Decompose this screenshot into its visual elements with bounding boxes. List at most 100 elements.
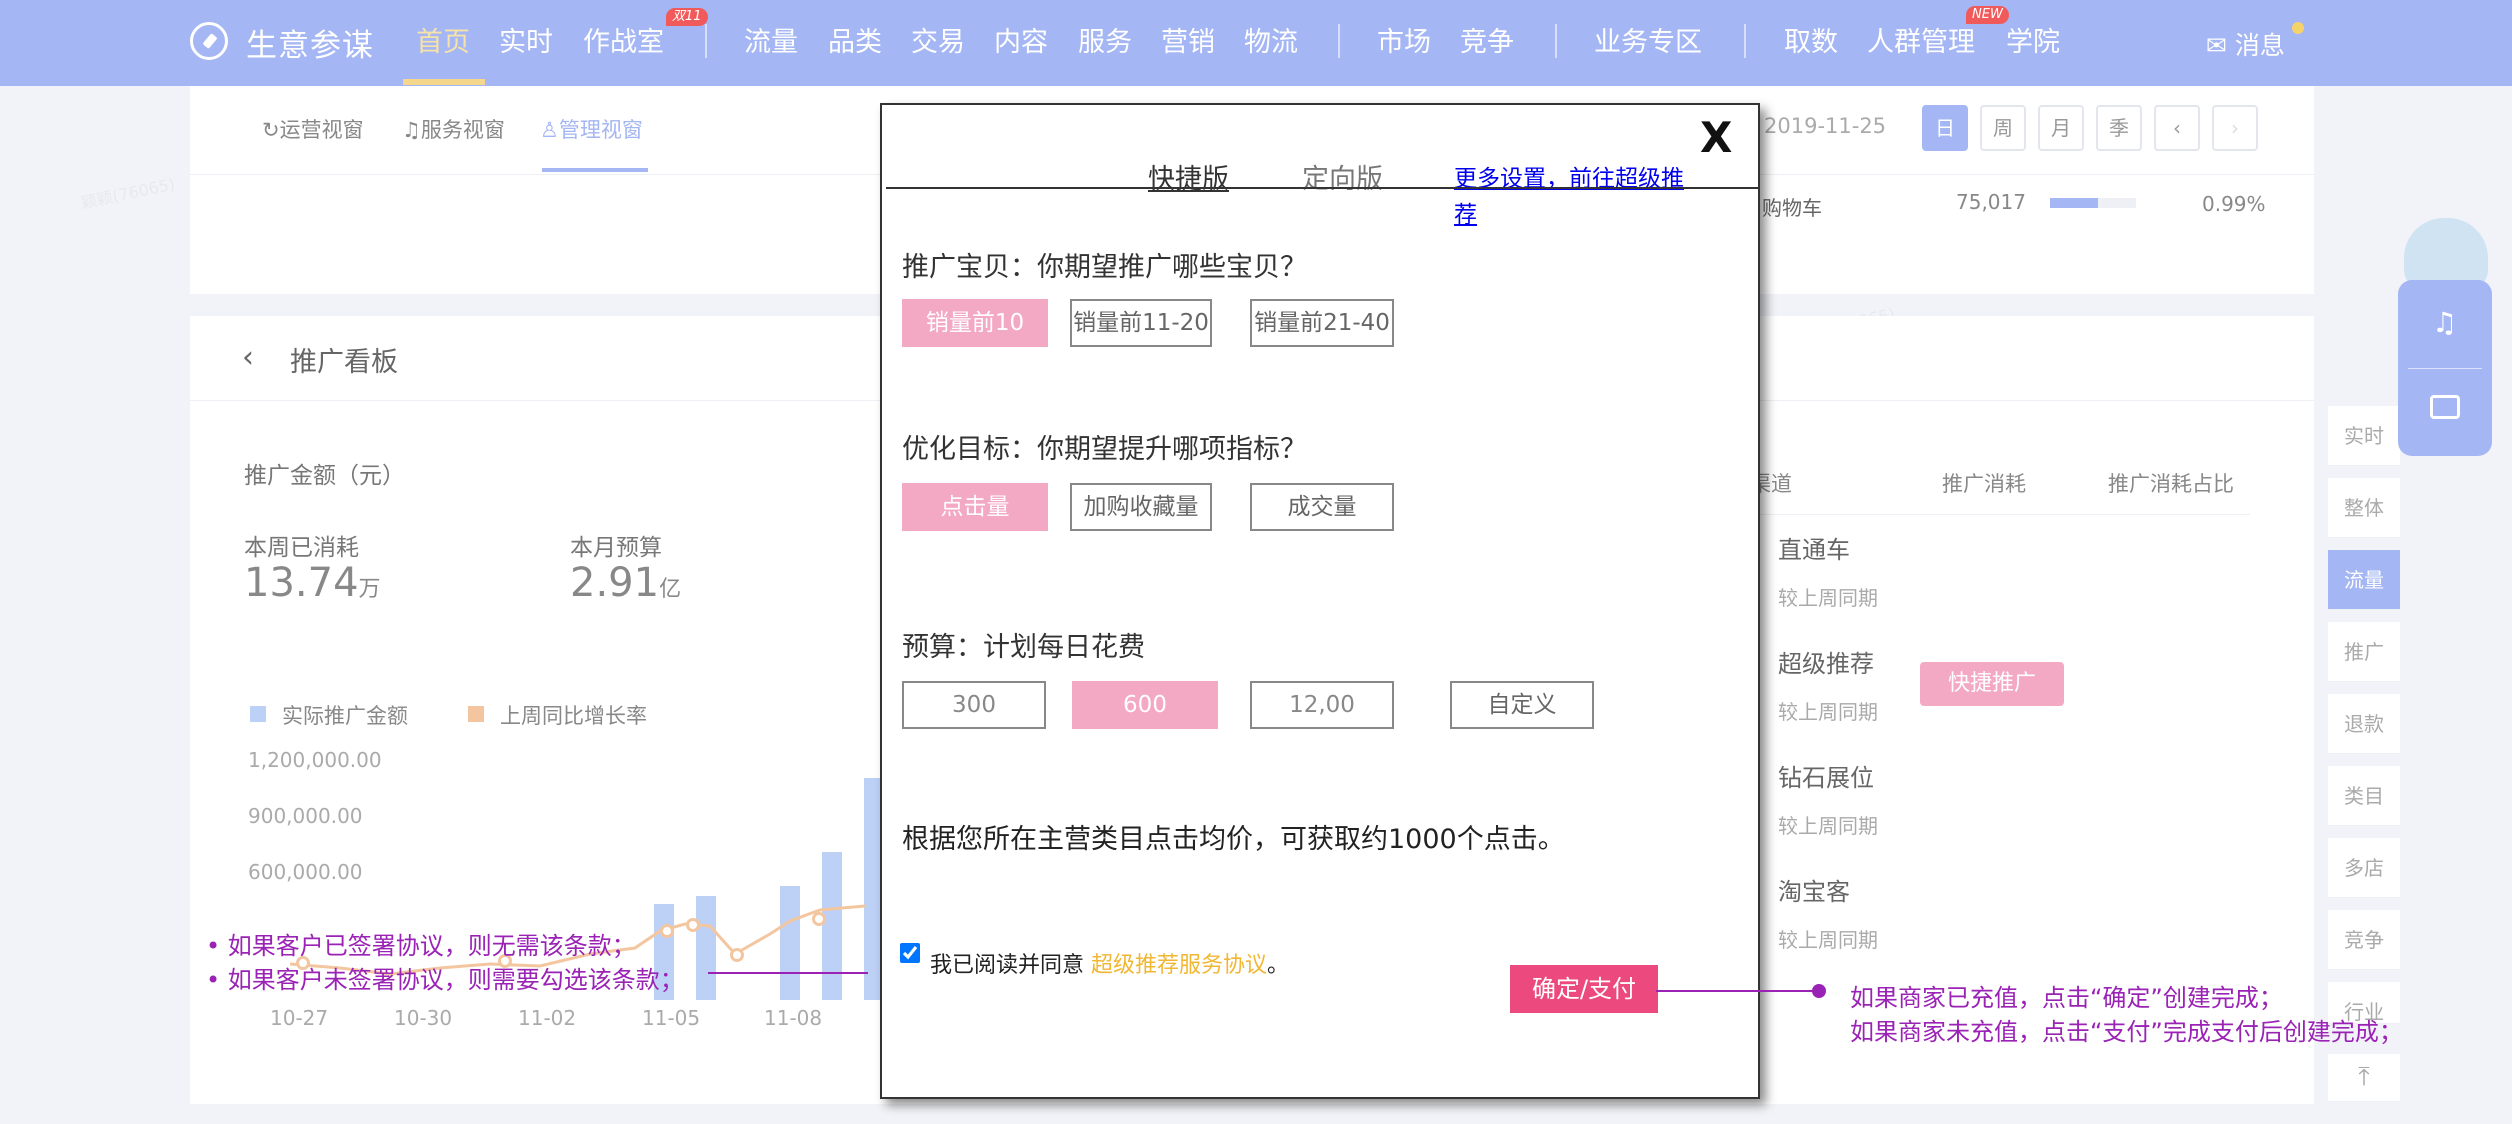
nav-item-content[interactable]: 内容 (994, 20, 1048, 59)
floating-help-widget: ♫ (2398, 280, 2492, 456)
person-icon: ♙ (540, 118, 559, 142)
active-view-underline (542, 168, 648, 172)
back-to-top-button[interactable]: ⤒ (2328, 1054, 2400, 1102)
nav-divider (705, 24, 707, 58)
view-tab-management[interactable]: ♙管理视窗 (540, 114, 643, 144)
growth-point (730, 948, 744, 962)
week-spent-unit: 万 (358, 577, 381, 602)
agreement-link[interactable]: 超级推荐服务协议 (1091, 953, 1267, 978)
month-budget-value: 2.91 (570, 560, 660, 606)
peek-row-percent: 0.99% (2202, 192, 2266, 216)
growth-point (812, 912, 826, 926)
goal-option-clicks[interactable]: 点击量 (902, 483, 1048, 531)
budget-option-600[interactable]: 600 (1072, 681, 1218, 729)
nav-item-audience[interactable]: 人群管理 (1867, 20, 1975, 59)
divider (1750, 514, 2250, 515)
nav-item-category[interactable]: 品类 (828, 20, 882, 59)
channel-compare: 较上周同期 (1778, 700, 1878, 724)
item-option-top10[interactable]: 销量前10 (902, 299, 1048, 347)
agreement-checkbox[interactable] (900, 943, 920, 963)
annotation-connector-dot (1812, 984, 1826, 998)
quick-promote-button[interactable]: 快捷推广 (1920, 662, 2064, 706)
rail-item-competition[interactable]: 竞争 (2328, 910, 2400, 970)
back-chevron-icon[interactable]: ‹ (242, 340, 254, 375)
nav-item-service[interactable]: 服务 (1078, 20, 1132, 59)
rail-item-refund[interactable]: 退款 (2328, 694, 2400, 754)
nav-item-logistics[interactable]: 物流 (1244, 20, 1298, 59)
peek-row-value: 75,017 (1956, 190, 2026, 214)
new-badge: NEW (1966, 6, 2009, 24)
annotation-left-2-text: 如果客户未签署协议，则需要勾选该条款； (227, 966, 684, 994)
channel-name: 钻石展位 (1778, 764, 1874, 792)
period-week-button[interactable]: 周 (1980, 105, 2026, 151)
nav-item-business-zone[interactable]: 业务专区 (1594, 20, 1702, 59)
agreement-prefix: 我已阅读并同意 (930, 953, 1085, 978)
nav-item-marketing[interactable]: 营销 (1161, 20, 1215, 59)
budget-option-custom[interactable]: 自定义 (1450, 681, 1594, 729)
view-tab-service[interactable]: ♫服务视窗 (402, 114, 505, 144)
close-icon[interactable]: X (1700, 113, 1732, 162)
tab-targeted-version[interactable]: 定向版 (1302, 157, 1383, 196)
col-header-spend: 推广消耗 (1942, 472, 2026, 496)
nav-item-academy[interactable]: 学院 (2006, 20, 2060, 59)
notification-dot (2292, 22, 2304, 34)
nav-item-transactions[interactable]: 交易 (911, 20, 965, 59)
channel-name: 淘宝客 (1778, 878, 1850, 906)
rail-item-traffic[interactable]: 流量 (2328, 550, 2400, 610)
confirm-pay-button[interactable]: 确定/支付 (1510, 965, 1658, 1013)
growth-point (686, 918, 700, 932)
headset-icon: ♫ (402, 118, 421, 142)
rail-item-multistore[interactable]: 多店 (2328, 838, 2400, 898)
annotation-left-1: • 如果客户已签署协议，则无需该条款； (206, 932, 636, 960)
previous-date-button[interactable]: ‹ (2154, 105, 2200, 151)
y-tick: 1,200,000.00 (248, 748, 382, 772)
bell-icon[interactable]: ♫ (2432, 306, 2457, 339)
goal-option-cart-favorites[interactable]: 加购收藏量 (1070, 483, 1212, 531)
rail-item-category[interactable]: 类目 (2328, 766, 2400, 826)
promo-board-title: 推广看板 (290, 347, 398, 378)
channel-name: 直通车 (1778, 536, 1850, 564)
top-navigation-bar: 生意参谋 首页 实时 作战室 双11 流量 品类 交易 内容 服务 营销 物流 … (0, 0, 2512, 86)
nav-item-realtime[interactable]: 实时 (499, 20, 553, 59)
nav-item-home[interactable]: 首页 (416, 20, 470, 59)
period-month-button[interactable]: 月 (2038, 105, 2084, 151)
divider (2408, 368, 2482, 369)
nav-item-competition[interactable]: 竞争 (1460, 20, 1514, 59)
agreement-suffix: 。 (1267, 953, 1290, 978)
nav-item-war-room[interactable]: 作战室 (583, 20, 664, 59)
nav-item-market[interactable]: 市场 (1377, 20, 1431, 59)
x-tick: 11-05 (642, 1006, 701, 1030)
annotation-left-connector (708, 972, 868, 974)
item-option-11-20[interactable]: 销量前11-20 (1070, 299, 1212, 347)
rail-item-overall[interactable]: 整体 (2328, 478, 2400, 538)
period-day-button[interactable]: 日 (1922, 105, 1968, 151)
month-budget-label: 本月预算 (570, 535, 662, 561)
rail-item-realtime[interactable]: 实时 (2328, 406, 2400, 466)
week-spent-amount: 13.74万 (244, 560, 381, 606)
view-tab-operations[interactable]: ↻运营视窗 (262, 114, 364, 144)
nav-divider (1555, 24, 1557, 58)
channel-compare: 较上周同期 (1778, 928, 1878, 952)
peek-row-bar-track (2050, 198, 2136, 208)
date-display[interactable]: 2019-11-25 (1764, 114, 1886, 138)
arrow-up-icon: ⤒ (2358, 1062, 2370, 1092)
x-tick: 11-08 (764, 1006, 823, 1030)
chat-icon[interactable] (2430, 395, 2460, 419)
chevron-right-icon: › (2231, 116, 2239, 140)
double11-badge: 双11 (666, 8, 708, 26)
budget-option-300[interactable]: 300 (902, 681, 1046, 729)
tab-quick-version[interactable]: 快捷版 (1148, 157, 1229, 196)
period-quarter-button[interactable]: 季 (2096, 105, 2142, 151)
more-settings-link[interactable]: 更多设置，前往超级推荐 (1454, 161, 1694, 233)
messages-link[interactable]: ✉ 消息 (2206, 26, 2285, 62)
next-date-button[interactable]: › (2212, 105, 2258, 151)
messages-label: 消息 (2234, 31, 2285, 60)
budget-question: 预算：计划每日花费 (902, 632, 1145, 663)
goal-option-orders[interactable]: 成交量 (1250, 483, 1394, 531)
rail-item-promotion[interactable]: 推广 (2328, 622, 2400, 682)
budget-option-1200[interactable]: 12,00 (1250, 681, 1394, 729)
nav-item-traffic[interactable]: 流量 (744, 20, 798, 59)
item-option-21-40[interactable]: 销量前21-40 (1250, 299, 1394, 347)
nav-item-data-fetch[interactable]: 取数 (1784, 20, 1838, 59)
goal-question: 优化目标：你期望提升哪项指标？ (902, 434, 1307, 465)
